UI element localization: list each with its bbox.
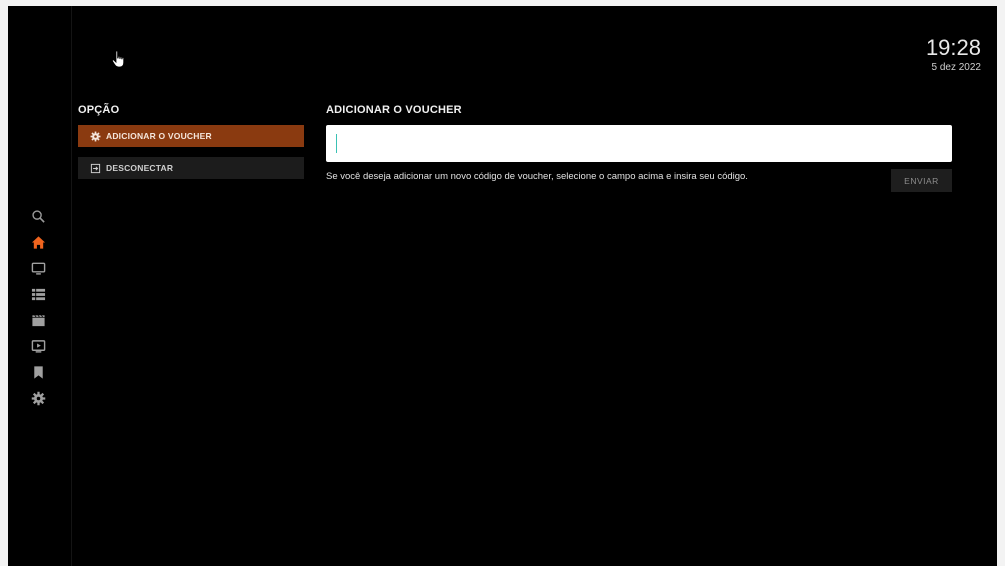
text-caret <box>336 134 337 153</box>
hand-pointer-icon <box>111 50 127 70</box>
bookmark-icon[interactable] <box>30 364 46 380</box>
app-screen: 19:28 5 dez 2022 OPÇÃO ADICIONAR O VOUCH… <box>8 6 997 566</box>
side-nav <box>8 6 72 566</box>
clock: 19:28 5 dez 2022 <box>926 35 981 75</box>
play-screen-icon[interactable] <box>30 338 46 354</box>
tv-icon[interactable] <box>30 260 46 276</box>
clock-time: 19:28 <box>925 35 981 60</box>
sign-out-icon <box>90 163 101 174</box>
voucher-heading: ADICIONAR O VOUCHER <box>326 104 462 116</box>
home-icon[interactable] <box>30 234 46 250</box>
settings-icon[interactable] <box>30 390 46 406</box>
disconnect-button[interactable]: DESCONECTAR <box>78 157 304 179</box>
options-heading: OPÇÃO <box>78 104 120 116</box>
voucher-code-input[interactable] <box>326 125 952 162</box>
settings-icon <box>90 131 101 142</box>
voucher-help-text: Se você deseja adicionar um novo código … <box>326 171 748 182</box>
clock-date: 5 dez 2022 <box>931 62 982 73</box>
list-icon[interactable] <box>30 286 46 302</box>
add-voucher-button[interactable]: ADICIONAR O VOUCHER <box>78 125 304 147</box>
disconnect-label: DESCONECTAR <box>106 163 174 173</box>
send-button[interactable]: ENVIAR <box>891 169 952 192</box>
movie-icon[interactable] <box>30 312 46 328</box>
search-icon[interactable] <box>30 208 46 224</box>
add-voucher-label: ADICIONAR O VOUCHER <box>106 131 212 141</box>
